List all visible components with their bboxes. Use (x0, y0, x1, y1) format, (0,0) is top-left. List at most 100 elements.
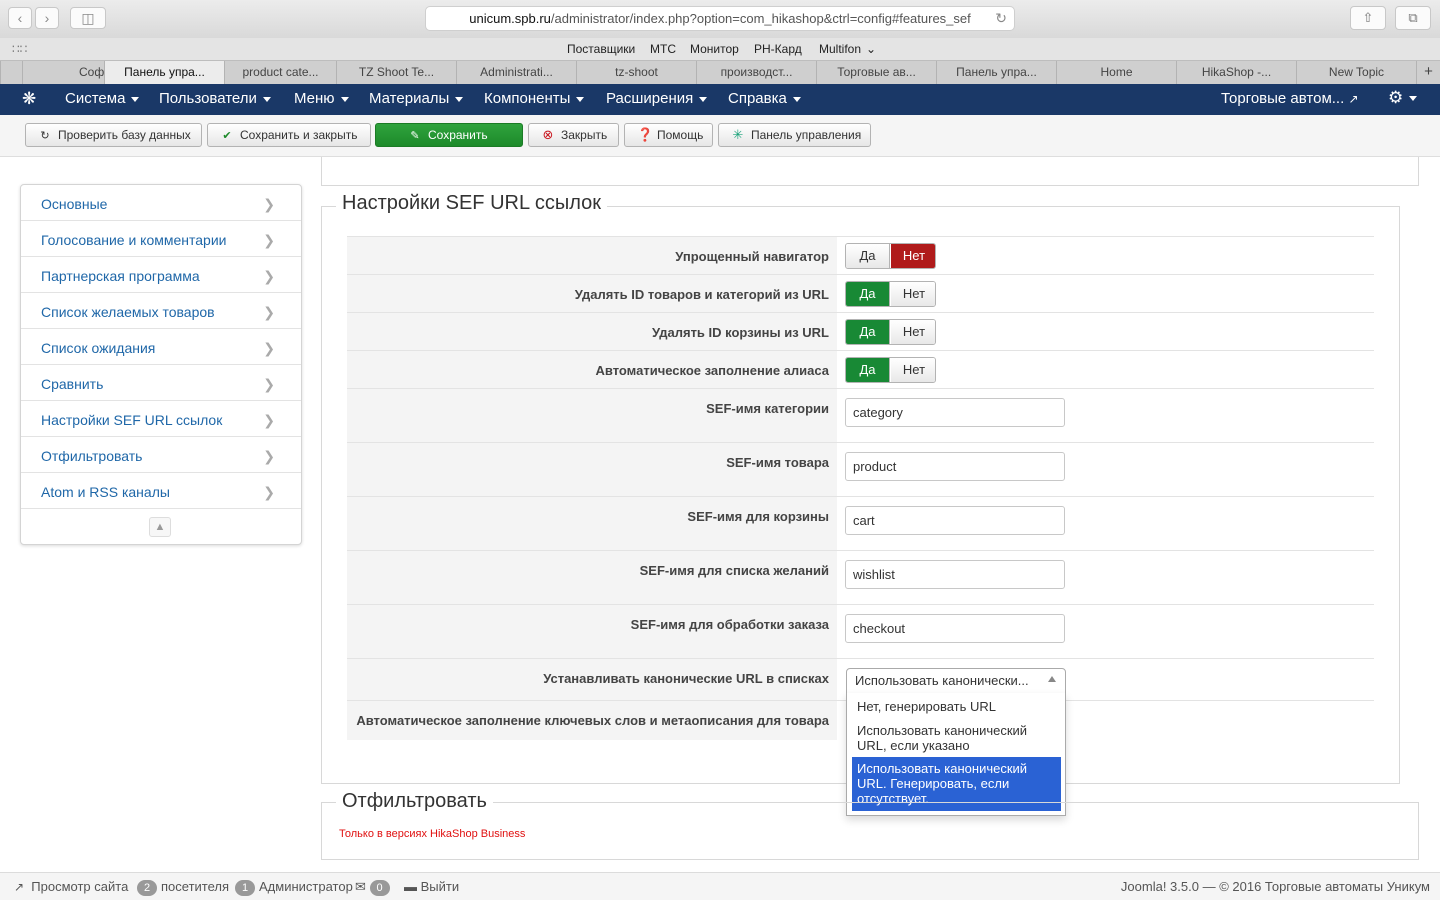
field-label: SEF-имя товара (726, 455, 829, 470)
sidebar-item-sef[interactable]: Настройки SEF URL ссылок ❯ (21, 401, 301, 437)
chevron-right-icon: ❯ (263, 340, 275, 356)
tab[interactable]: производст... (696, 61, 816, 85)
collapse-sidebar-icon[interactable]: ▲ (149, 517, 171, 537)
tab[interactable]: Administrati... (456, 61, 576, 85)
control-panel-button[interactable]: ✳ Панель управления (718, 123, 871, 147)
new-tab-icon[interactable]: + (1416, 61, 1440, 85)
menu-label: Пользователи (159, 90, 257, 107)
status-bar: ↗ Просмотр сайта 2 посетителя 1 Администра… (0, 872, 1440, 900)
category-sef-name-input[interactable]: category (845, 398, 1065, 427)
tab[interactable]: HikaShop -... (1176, 61, 1296, 85)
product-sef-name-input[interactable]: product (845, 452, 1065, 481)
sidebar-item-compare[interactable]: Сравнить ❯ (21, 365, 301, 401)
yes-option[interactable]: Да (846, 320, 890, 344)
auto-alias-toggle[interactable]: Да Нет (845, 357, 936, 383)
tab[interactable]: Панель упра... (936, 61, 1056, 85)
tab-active[interactable]: Панель упра... (104, 61, 224, 85)
save-button[interactable]: ✎ Сохранить (375, 123, 523, 147)
dropdown-option[interactable]: Использовать канонический URL, если указ… (852, 721, 1061, 755)
simplified-breadcrumb-toggle[interactable]: Да Нет (845, 243, 936, 269)
sidebar-item-feeds[interactable]: Atom и RSS каналы ❯ (21, 473, 301, 509)
yes-option[interactable]: Да (846, 244, 890, 268)
sidebar-item-waitlist[interactable]: Список ожидания ❯ (21, 329, 301, 365)
field-label: Удалять ID корзины из URL (651, 325, 829, 340)
share-icon[interactable]: ⇧ (1350, 6, 1386, 30)
site-link[interactable]: Торговые автом... ↗ (1221, 90, 1359, 107)
tab[interactable]: tz-shoot (576, 61, 696, 85)
yes-option[interactable]: Да (846, 282, 890, 306)
menu-extensions[interactable]: Расширения (606, 90, 708, 107)
cart-sef-name-input[interactable]: cart (845, 506, 1065, 535)
chevron-down-icon[interactable]: ⌄ (866, 42, 876, 56)
help-button[interactable]: ❓ Помощь (624, 123, 713, 147)
menu-help[interactable]: Справка (728, 90, 801, 107)
grid-icon[interactable]: ∷∷ (12, 42, 27, 56)
minus-icon: ▬ (404, 879, 417, 894)
sidebar-item-filter[interactable]: Отфильтровать ❯ (21, 437, 301, 473)
sidebar-toggle-icon[interactable]: ◫ (70, 7, 106, 29)
menu-label: Меню (294, 90, 335, 107)
no-option[interactable]: Нет (891, 320, 935, 344)
sidebar-item-voting[interactable]: Голосование и комментарии ❯ (21, 221, 301, 257)
no-option[interactable]: Нет (891, 244, 935, 268)
menu-users[interactable]: Пользователи (159, 90, 271, 107)
address-path: /administrator/index.php?option=com_hika… (550, 11, 971, 26)
sidebar-item-label: Сравнить (41, 376, 104, 392)
status-label: посетителя (161, 879, 230, 894)
back-button[interactable]: ‹ (8, 7, 32, 29)
sidebar-item-label: Настройки SEF URL ссылок (41, 412, 223, 428)
bookmark[interactable]: Multifon (819, 42, 861, 56)
menu-content[interactable]: Материалы (369, 90, 464, 107)
business-only-note: Только в версиях HikaShop Business (339, 828, 526, 840)
menu-system[interactable]: Система (65, 90, 140, 107)
admins-indicator[interactable]: 1 Администратор (235, 879, 353, 896)
tabs-overview-icon[interactable]: ⧉ (1395, 6, 1431, 30)
no-option[interactable]: Нет (891, 358, 935, 382)
save-and-close-button[interactable]: ✔ Сохранить и закрыть (207, 123, 371, 147)
admins-badge: 1 (235, 880, 255, 896)
view-site-link[interactable]: ↗ Просмотр сайта (14, 879, 128, 894)
tab[interactable] (0, 61, 22, 85)
site-link-label: Торговые автом... (1221, 90, 1345, 107)
tab[interactable]: New Topic (1296, 61, 1416, 85)
sidebar-item-main[interactable]: Основные ❯ (21, 185, 301, 221)
menu-components[interactable]: Компоненты (484, 90, 585, 107)
tab[interactable]: product cate... (224, 61, 336, 85)
sidebar-item-wishlist[interactable]: Список желаемых товаров ❯ (21, 293, 301, 329)
dropdown-option[interactable]: Нет, генерировать URL (852, 696, 1061, 718)
messages-indicator[interactable]: ✉ 0 (355, 879, 394, 896)
tab[interactable]: Home (1056, 61, 1176, 85)
dashboard-icon: ✳ (732, 127, 744, 142)
no-option[interactable]: Нет (891, 282, 935, 306)
menu-menus[interactable]: Меню (294, 90, 349, 107)
bookmark[interactable]: РН-Кард (754, 42, 802, 56)
remove-cart-id-toggle[interactable]: Да Нет (845, 319, 936, 345)
field-label: Удалять ID товаров и категорий из URL (574, 287, 829, 302)
bookmark[interactable]: Поставщики (567, 42, 635, 56)
joomla-logo-icon[interactable]: ❋ (22, 89, 36, 109)
bookmark[interactable]: Монитор (690, 42, 739, 56)
logout-link[interactable]: ▬ Выйти (404, 879, 459, 894)
yes-option[interactable]: Да (846, 358, 890, 382)
checkout-sef-name-input[interactable]: checkout (845, 614, 1065, 643)
label-cell: Упрощенный навигатор (347, 237, 837, 274)
bookmark[interactable]: МТС (650, 42, 676, 56)
remove-product-ids-toggle[interactable]: Да Нет (845, 281, 936, 307)
address-bar[interactable]: unicum.spb.ru/administrator/index.php?op… (425, 6, 1015, 31)
close-button[interactable]: ⊗ Закрыть (528, 123, 619, 147)
reload-icon[interactable]: ↻ (995, 7, 1007, 30)
check-database-button[interactable]: ↻ Проверить базу данных (25, 123, 202, 147)
question-icon: ❓ (637, 127, 654, 142)
tab[interactable]: Торговые ав... (816, 61, 936, 85)
chevron-right-icon: ❯ (263, 232, 275, 248)
tab[interactable]: TZ Shoot Te... (336, 61, 456, 85)
canonical-url-select[interactable]: Использовать канонически... (846, 668, 1066, 694)
wishlist-sef-name-input[interactable]: wishlist (845, 560, 1065, 589)
forward-button[interactable]: › (35, 7, 59, 29)
sidebar-item-affiliate[interactable]: Партнерская программа ❯ (21, 257, 301, 293)
label-cell: Автоматическое заполнение алиаса (347, 351, 837, 388)
form-row: SEF-имя для корзины cart (347, 496, 1374, 550)
visitors-indicator[interactable]: 2 посетителя (137, 879, 229, 896)
settings-gear-icon[interactable]: ⚙ (1388, 88, 1418, 108)
tab[interactable]: Соф (22, 61, 104, 85)
